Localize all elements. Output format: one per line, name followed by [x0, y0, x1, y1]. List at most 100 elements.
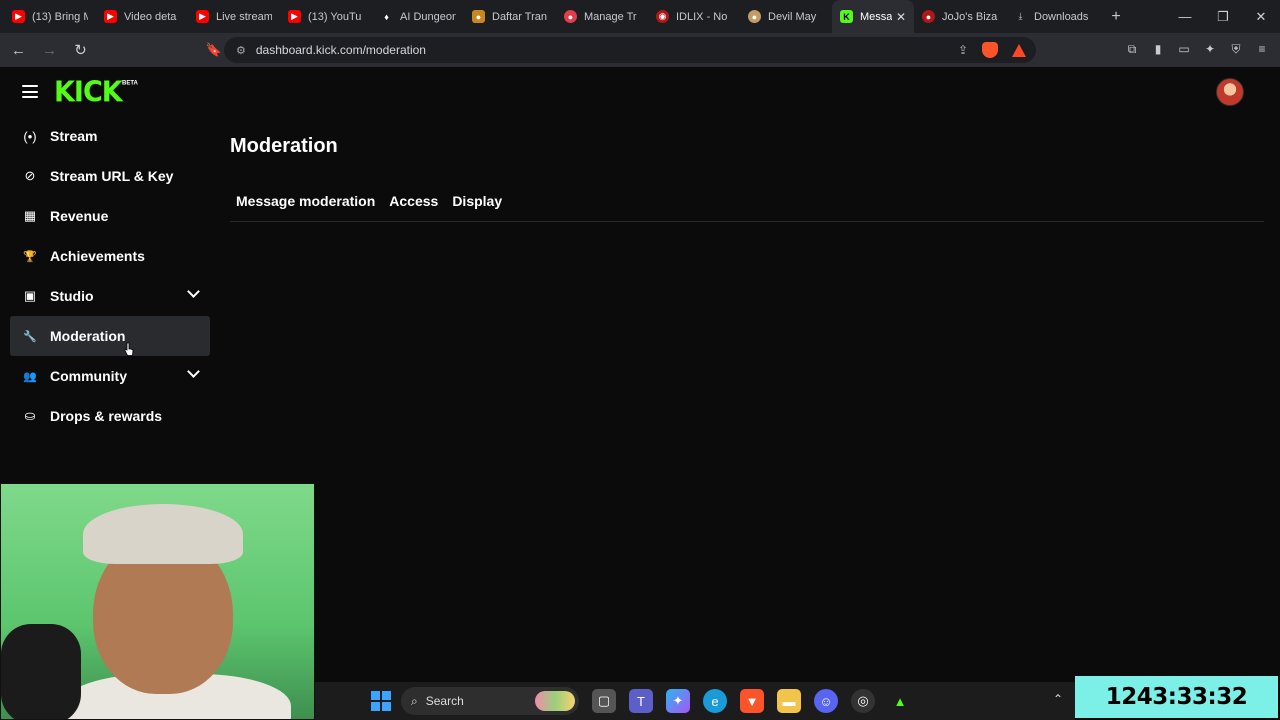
- pouch-icon: ●: [472, 10, 485, 23]
- discord-icon[interactable]: ☺: [814, 689, 838, 713]
- sidebar-nav: (•) Stream ⊘ Stream URL & Key ▦ Revenue …: [10, 116, 210, 436]
- trophy-icon: 🏆: [23, 250, 37, 263]
- sidebar-item-label: Community: [50, 368, 127, 384]
- chart-icon: ▦: [23, 208, 37, 223]
- share-icon[interactable]: ⇪: [958, 43, 968, 57]
- sidebar-item-label: Achievements: [50, 248, 145, 264]
- sidebar-toggle-icon[interactable]: ▮: [1148, 39, 1168, 59]
- sidebar-item-revenue[interactable]: ▦ Revenue: [10, 196, 210, 236]
- sidebar-item-label: Revenue: [50, 208, 109, 224]
- tray-chevron-icon[interactable]: ⌃: [1053, 692, 1063, 706]
- devilmay-icon: ●: [748, 10, 761, 23]
- youtube-icon: ▶: [196, 10, 209, 23]
- back-icon[interactable]: ←: [6, 36, 31, 64]
- tip-icon: ●: [564, 10, 577, 23]
- idlix-icon: ◉: [656, 10, 669, 23]
- user-avatar[interactable]: [1216, 78, 1244, 106]
- stream-timer: 1243:33:32: [1075, 676, 1278, 718]
- screenshot-icon[interactable]: ⧉: [1122, 39, 1142, 59]
- sidebar-item-label: Stream: [50, 128, 98, 144]
- sidebar-item-studio[interactable]: ▣ Studio: [10, 276, 210, 316]
- vpn-icon[interactable]: ⛨: [1226, 39, 1246, 59]
- forward-icon[interactable]: →: [37, 36, 62, 64]
- browser-tab-active[interactable]: K Messa ✕: [832, 0, 914, 33]
- search-icon: ⌕: [411, 693, 418, 708]
- url-text: dashboard.kick.com/moderation: [255, 43, 426, 57]
- browser-tab[interactable]: ▶ Video deta: [96, 0, 188, 33]
- studio-icon: ▣: [23, 288, 37, 303]
- browser-tab[interactable]: ● Daftar Tran: [464, 0, 556, 33]
- browser-toolbar-right: ⧉ ▮ ▭ ✦ ⛨ ≡: [1122, 39, 1272, 59]
- new-tab-button[interactable]: +: [1102, 8, 1130, 26]
- restore-icon[interactable]: ❐: [1204, 0, 1242, 33]
- app-icon[interactable]: ▲: [888, 689, 912, 713]
- wallet-icon[interactable]: ▭: [1174, 39, 1194, 59]
- reload-icon[interactable]: ↻: [68, 36, 93, 64]
- copilot-icon[interactable]: ✦: [666, 689, 690, 713]
- browser-tab[interactable]: ▶ (13) YouTu: [280, 0, 372, 33]
- windows-taskbar: ⌕ Search ▢ T ✦ e ▼ ▬ ☺ ◎ ▲ ⌃: [315, 682, 1075, 720]
- brave-shields-icon[interactable]: [982, 42, 998, 58]
- task-view-icon[interactable]: ▢: [592, 689, 616, 713]
- browser-tab[interactable]: ● Manage Tr: [556, 0, 648, 33]
- browser-tab[interactable]: ● Devil May: [740, 0, 832, 33]
- brave-browser-icon[interactable]: ▼: [740, 689, 764, 713]
- chevron-down-icon[interactable]: [187, 365, 200, 378]
- site-settings-icon[interactable]: ⚙: [236, 44, 246, 57]
- sidebar-item-community[interactable]: 👥 Community: [10, 356, 210, 396]
- browser-tab[interactable]: ⤓ Downloads: [1006, 0, 1102, 33]
- url-field[interactable]: ⚙ dashboard.kick.com/moderation ⇪: [224, 37, 1036, 63]
- browser-tab[interactable]: ♦ AI Dungeon: [372, 0, 464, 33]
- hand-cursor-icon: [124, 342, 134, 356]
- youtube-icon: ▶: [288, 10, 301, 23]
- minimize-icon[interactable]: —: [1166, 0, 1204, 33]
- menu-icon[interactable]: ≡: [1252, 39, 1272, 59]
- sidebar-item-label: Drops & rewards: [50, 408, 163, 424]
- tab-message-moderation[interactable]: Message moderation: [230, 192, 381, 212]
- webcam-cap: [83, 504, 243, 564]
- download-icon: ⤓: [1018, 11, 1023, 21]
- microphone: [1, 624, 81, 719]
- brave-rewards-icon[interactable]: [1012, 43, 1026, 57]
- close-tab-icon[interactable]: ✕: [896, 10, 906, 24]
- sidebar-item-stream-url-key[interactable]: ⊘ Stream URL & Key: [10, 156, 210, 196]
- kick-logo[interactable]: KICK BETA: [54, 76, 138, 109]
- window-controls: — ❐ ✕: [1166, 0, 1280, 33]
- broadcast-icon: (•): [23, 128, 37, 144]
- youtube-icon: ▶: [12, 10, 25, 23]
- beta-badge: BETA: [122, 80, 138, 87]
- teams-icon[interactable]: T: [629, 689, 653, 713]
- chevron-down-icon[interactable]: [187, 285, 200, 298]
- address-bar-row: ← → ↻ 🔖 ⚙ dashboard.kick.com/moderation …: [0, 33, 1280, 67]
- bookmark-icon[interactable]: 🔖: [203, 42, 225, 58]
- sidebar-item-label: Stream URL & Key: [50, 168, 174, 184]
- sidebar-item-stream[interactable]: (•) Stream: [10, 116, 210, 156]
- browser-tab[interactable]: ● JoJo's Bizar: [914, 0, 1006, 33]
- leo-ai-icon[interactable]: ✦: [1200, 39, 1220, 59]
- link-icon: ⊘: [24, 168, 36, 183]
- tab-access[interactable]: Access: [383, 192, 444, 212]
- drops-icon: ⛀: [24, 408, 36, 423]
- tab-display[interactable]: Display: [446, 192, 508, 212]
- sidebar-item-label: Studio: [50, 288, 94, 304]
- page-title: Moderation: [230, 135, 338, 157]
- hamburger-menu-icon[interactable]: [22, 85, 38, 98]
- sidebar-item-moderation[interactable]: 🔧 Moderation: [10, 316, 210, 356]
- jojo-icon: ●: [922, 10, 935, 23]
- kick-icon: K: [840, 10, 853, 23]
- file-explorer-icon[interactable]: ▬: [777, 689, 801, 713]
- sidebar-item-achievements[interactable]: 🏆 Achievements: [10, 236, 210, 276]
- obs-icon[interactable]: ◎: [851, 689, 875, 713]
- close-window-icon[interactable]: ✕: [1242, 0, 1280, 33]
- taskbar-search[interactable]: ⌕ Search: [401, 687, 579, 715]
- browser-tab[interactable]: ▶ (13) Bring M: [4, 0, 96, 33]
- sidebar-item-drops-rewards[interactable]: ⛀ Drops & rewards: [10, 396, 210, 436]
- browser-tab-bar: ▶ (13) Bring M ▶ Video deta ▶ Live stream ▶…: [0, 0, 1280, 33]
- edge-icon[interactable]: e: [703, 689, 727, 713]
- taskbar-search-label: Search: [425, 694, 464, 708]
- moderation-tabs: Message moderation Access Display: [230, 192, 1264, 222]
- browser-tab[interactable]: ◉ IDLIX - No: [648, 0, 740, 33]
- sidebar-item-label: Moderation: [50, 328, 126, 344]
- browser-tab[interactable]: ▶ Live stream: [188, 0, 280, 33]
- windows-start-icon[interactable]: [371, 691, 391, 711]
